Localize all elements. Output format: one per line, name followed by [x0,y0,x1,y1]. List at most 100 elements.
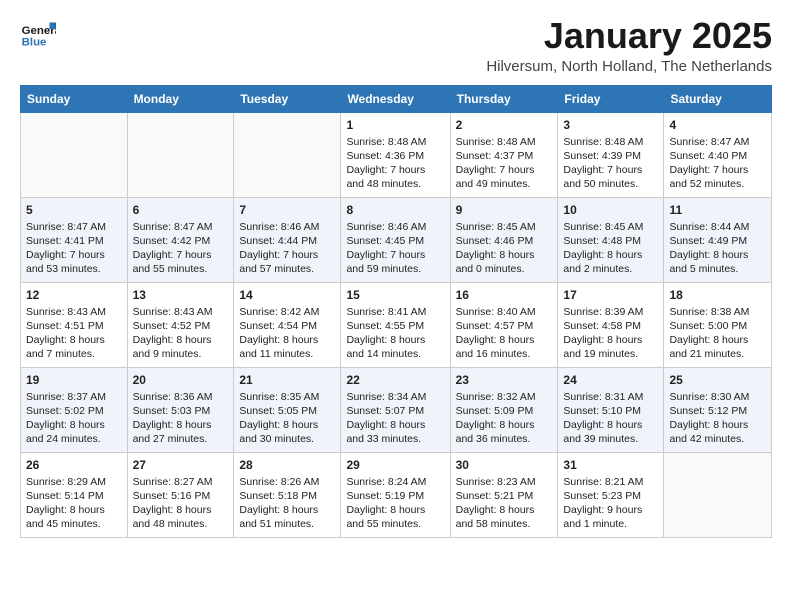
table-row: 8Sunrise: 8:46 AM Sunset: 4:45 PM Daylig… [341,197,450,282]
table-row [664,452,772,537]
calendar-week-row: 19 Sunrise: 8:37 AM Sunset: 5:02 PM Dayli… [21,367,772,452]
calendar-header-row: Sunday Monday Tuesday Wednesday Thursday… [21,85,772,112]
day-number: 6 [133,202,229,218]
calendar-table: Sunday Monday Tuesday Wednesday Thursday… [20,85,772,538]
day-number: 22 [346,372,444,388]
calendar-week-row: 12 Sunrise: 8:43 AM Sunset: 4:51 PM Dayli… [21,282,772,367]
table-row: 12 Sunrise: 8:43 AM Sunset: 4:51 PM Dayli… [21,282,128,367]
day-number: 5 [26,202,122,218]
table-row: 5 Sunrise: 8:47 AM Sunset: 4:41 PM Daylig… [21,197,128,282]
day-number: 14 [239,287,335,303]
day-number: 24 [563,372,658,388]
day-number: 4 [669,117,766,133]
location: Hilversum, North Holland, The Netherland… [486,58,772,75]
day-info: Sunrise: 8:38 AM Sunset: 5:00 PM Dayligh… [669,305,766,362]
table-row [234,112,341,197]
day-info: Sunrise: 8:32 AM Sunset: 5:09 PM Dayligh… [456,390,553,447]
day-number: 12 [26,287,122,303]
day-info: Sunrise: 8:34 AM Sunset: 5:07 PM Dayligh… [346,390,444,447]
day-info: Sunrise: 8:35 AM Sunset: 5:05 PM Dayligh… [239,390,335,447]
month-title: January 2025 [486,16,772,56]
day-info: Sunrise: 8:36 AM Sunset: 5:03 PM Dayligh… [133,390,229,447]
day-info: Sunrise: 8:43 AM Sunset: 4:52 PM Dayligh… [133,305,229,362]
day-info: Sunrise: 8:45 AM Sunset: 4:46 PM Dayligh… [456,220,553,277]
day-number: 2 [456,117,553,133]
table-row: 3 Sunrise: 8:48 AM Sunset: 4:39 PM Daylig… [558,112,664,197]
day-info: Sunrise: 8:21 AM Sunset: 5:23 PM Dayligh… [563,475,658,532]
day-info: Sunrise: 8:47 AM Sunset: 4:41 PM Dayligh… [26,220,122,277]
table-row: 4 Sunrise: 8:47 AM Sunset: 4:40 PM Daylig… [664,112,772,197]
day-info: Sunrise: 8:43 AM Sunset: 4:51 PM Dayligh… [26,305,122,362]
table-row: 14Sunrise: 8:42 AM Sunset: 4:54 PM Dayli… [234,282,341,367]
table-row: 24 Sunrise: 8:31 AM Sunset: 5:10 PM Dayli… [558,367,664,452]
day-number: 16 [456,287,553,303]
day-number: 7 [239,202,335,218]
day-number: 19 [26,372,122,388]
table-row: 27Sunrise: 8:27 AM Sunset: 5:16 PM Dayli… [127,452,234,537]
table-row: 10Sunrise: 8:45 AM Sunset: 4:48 PM Dayli… [558,197,664,282]
day-number: 21 [239,372,335,388]
table-row: 2 Sunrise: 8:48 AM Sunset: 4:37 PM Daylig… [450,112,558,197]
day-number: 13 [133,287,229,303]
day-number: 23 [456,372,553,388]
table-row: 6 Sunrise: 8:47 AM Sunset: 4:42 PM Daylig… [127,197,234,282]
page: General Blue January 2025 Hilversum, Nor… [0,0,792,548]
day-number: 20 [133,372,229,388]
day-info: Sunrise: 8:29 AM Sunset: 5:14 PM Dayligh… [26,475,122,532]
col-saturday: Saturday [664,85,772,112]
day-info: Sunrise: 8:44 AM Sunset: 4:49 PM Dayligh… [669,220,766,277]
table-row: 31 Sunrise: 8:21 AM Sunset: 5:23 PM Dayli… [558,452,664,537]
table-row: 20 Sunrise: 8:36 AM Sunset: 5:03 PM Dayli… [127,367,234,452]
day-number: 28 [239,457,335,473]
day-info: Sunrise: 8:37 AM Sunset: 5:02 PM Dayligh… [26,390,122,447]
table-row: 1Sunrise: 8:48 AM Sunset: 4:36 PM Daylig… [341,112,450,197]
day-info: Sunrise: 8:39 AM Sunset: 4:58 PM Dayligh… [563,305,658,362]
day-number: 31 [563,457,658,473]
day-number: 18 [669,287,766,303]
day-info: Sunrise: 8:26 AM Sunset: 5:18 PM Dayligh… [239,475,335,532]
logo: General Blue [20,16,56,52]
table-row: 7 Sunrise: 8:46 AM Sunset: 4:44 PM Daylig… [234,197,341,282]
table-row [21,112,128,197]
table-row: 29 Sunrise: 8:24 AM Sunset: 5:19 PM Dayli… [341,452,450,537]
table-row: 18 Sunrise: 8:38 AM Sunset: 5:00 PM Dayli… [664,282,772,367]
day-number: 1 [346,117,444,133]
day-number: 30 [456,457,553,473]
table-row: 28 Sunrise: 8:26 AM Sunset: 5:18 PM Dayli… [234,452,341,537]
table-row: 21 Sunrise: 8:35 AM Sunset: 5:05 PM Dayli… [234,367,341,452]
day-number: 29 [346,457,444,473]
table-row: 19 Sunrise: 8:37 AM Sunset: 5:02 PM Dayli… [21,367,128,452]
day-number: 25 [669,372,766,388]
day-info: Sunrise: 8:31 AM Sunset: 5:10 PM Dayligh… [563,390,658,447]
logo-icon: General Blue [20,16,56,52]
day-info: Sunrise: 8:40 AM Sunset: 4:57 PM Dayligh… [456,305,553,362]
day-info: Sunrise: 8:24 AM Sunset: 5:19 PM Dayligh… [346,475,444,532]
table-row: 26Sunrise: 8:29 AM Sunset: 5:14 PM Dayli… [21,452,128,537]
day-number: 11 [669,202,766,218]
col-wednesday: Wednesday [341,85,450,112]
day-info: Sunrise: 8:48 AM Sunset: 4:39 PM Dayligh… [563,135,658,192]
day-info: Sunrise: 8:47 AM Sunset: 4:42 PM Dayligh… [133,220,229,277]
day-info: Sunrise: 8:47 AM Sunset: 4:40 PM Dayligh… [669,135,766,192]
col-tuesday: Tuesday [234,85,341,112]
table-row: 17Sunrise: 8:39 AM Sunset: 4:58 PM Dayli… [558,282,664,367]
day-number: 27 [133,457,229,473]
day-info: Sunrise: 8:46 AM Sunset: 4:44 PM Dayligh… [239,220,335,277]
header: General Blue January 2025 Hilversum, Nor… [20,16,772,75]
day-number: 3 [563,117,658,133]
calendar-week-row: 5 Sunrise: 8:47 AM Sunset: 4:41 PM Daylig… [21,197,772,282]
table-row: 9 Sunrise: 8:45 AM Sunset: 4:46 PM Daylig… [450,197,558,282]
table-row: 16 Sunrise: 8:40 AM Sunset: 4:57 PM Dayli… [450,282,558,367]
calendar-week-row: 1Sunrise: 8:48 AM Sunset: 4:36 PM Daylig… [21,112,772,197]
day-number: 9 [456,202,553,218]
title-block: January 2025 Hilversum, North Holland, T… [486,16,772,75]
day-info: Sunrise: 8:48 AM Sunset: 4:37 PM Dayligh… [456,135,553,192]
table-row: 25 Sunrise: 8:30 AM Sunset: 5:12 PM Dayli… [664,367,772,452]
table-row: 13 Sunrise: 8:43 AM Sunset: 4:52 PM Dayli… [127,282,234,367]
table-row: 22 Sunrise: 8:34 AM Sunset: 5:07 PM Dayli… [341,367,450,452]
col-thursday: Thursday [450,85,558,112]
day-number: 15 [346,287,444,303]
day-info: Sunrise: 8:30 AM Sunset: 5:12 PM Dayligh… [669,390,766,447]
table-row: 15Sunrise: 8:41 AM Sunset: 4:55 PM Dayli… [341,282,450,367]
table-row: 30Sunrise: 8:23 AM Sunset: 5:21 PM Dayli… [450,452,558,537]
